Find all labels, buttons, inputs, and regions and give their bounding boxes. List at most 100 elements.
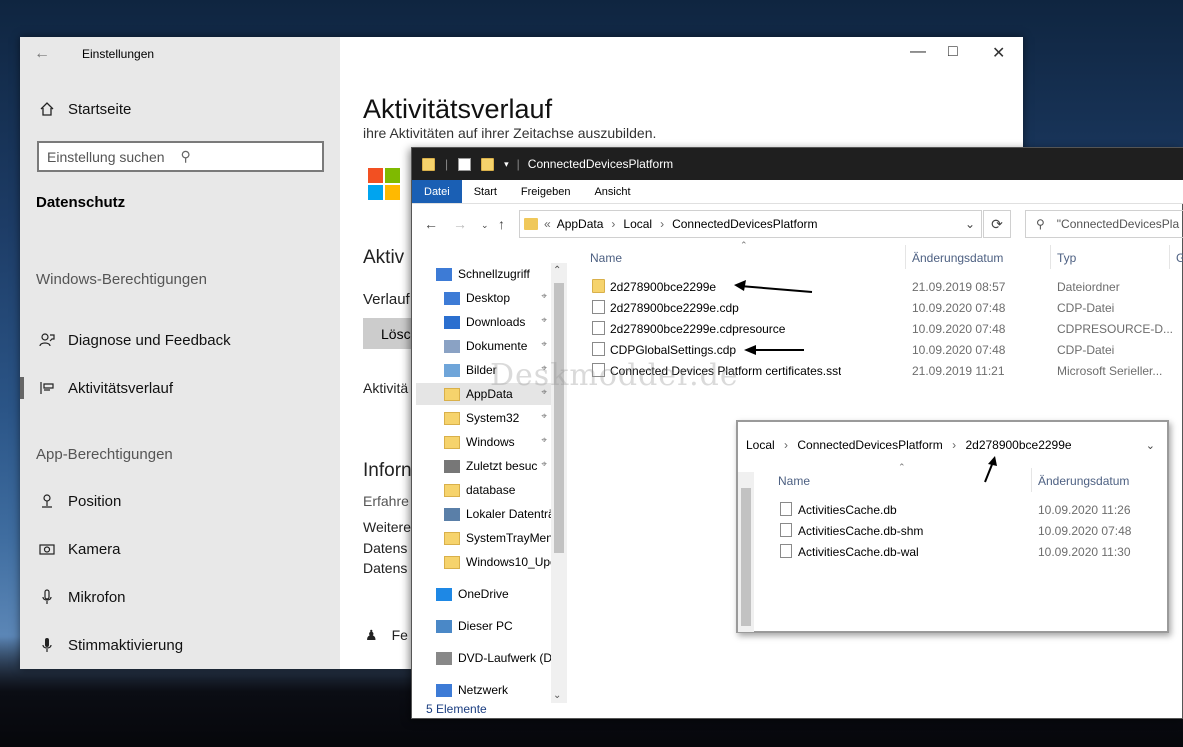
settings-search-input[interactable]: Einstellung suchen ⚲ [37,141,324,172]
chevron-down-icon[interactable]: ⌄ [965,217,975,231]
scroll-thumb[interactable] [741,488,751,626]
breadcrumb-cdp[interactable]: ConnectedDevicesPlatform [672,217,817,231]
recent-icon [444,459,460,473]
nav-voice-activation[interactable]: Stimmaktivierung [36,633,183,657]
back-arrow-icon[interactable]: ← [424,216,438,232]
file-type: CDP-Datei [1057,343,1115,357]
inset-breadcrumb-cdp[interactable]: ConnectedDevicesPlatform [797,438,942,452]
settings-sidebar: ← Einstellungen Startseite Einstellung s… [20,37,340,669]
nav-item-schnellzugriff[interactable]: Schnellzugriff [408,263,551,285]
nav-item-netzwerk[interactable]: Netzwerk [408,679,551,701]
chevron-up-icon[interactable]: ⌃ [553,265,561,276]
inset-file-row[interactable]: ActivitiesCache.db 10.09.2020 11:26 [778,499,1158,520]
file-name: 2d278900bce2299e [610,280,717,294]
recent-chevron-icon[interactable]: ⌄ [481,220,489,231]
file-date: 10.09.2020 07:48 [912,322,1006,336]
inset-address-bar[interactable]: Local › ConnectedDevicesPlatform › 2d278… [746,438,1072,452]
column-date[interactable]: Änderungsdatum [912,251,1003,265]
nav-item-dvd-laufwerk-d-[interactable]: DVD-Laufwerk (D: [408,647,551,669]
nav-activity-history[interactable]: Aktivitätsverlauf [36,376,173,400]
privacy-link-1[interactable]: Datens [363,540,407,556]
inset-file-row[interactable]: ActivitiesCache.db-shm 10.09.2020 07:48 [778,520,1158,541]
nav-item-onedrive[interactable]: OneDrive [408,583,551,605]
page-subtext: ihre Aktivitäten auf ihrer Zeitachse aus… [363,125,657,141]
file-row[interactable]: 2d278900bce2299e.cdp 10.09.2020 07:48 CD… [590,297,1183,318]
breadcrumb-local[interactable]: Local [623,217,652,231]
pin-icon[interactable]: ⌖ [541,435,547,446]
new-folder-icon[interactable] [481,157,495,171]
star-icon [436,267,452,281]
camera-icon [36,541,58,557]
nav-scrollbar[interactable]: ⌃ ⌄ [551,263,567,703]
chevron-down-icon[interactable]: ⌄ [1146,439,1155,452]
tab-datei[interactable]: Datei [412,180,462,203]
inset-breadcrumb-folder[interactable]: 2d278900bce2299e [965,438,1071,452]
nav-diagnostics[interactable]: Diagnose und Feedback [36,328,231,352]
timeline-icon [36,380,58,396]
file-date: 10.09.2020 11:26 [1038,503,1131,517]
pin-icon[interactable]: ⌖ [541,339,547,350]
nav-item-windows[interactable]: Windows ⌖ [416,431,551,453]
back-arrow-icon[interactable]: ← [34,45,50,63]
column-size[interactable]: G [1176,251,1183,265]
file-row[interactable]: 2d278900bce2299e.cdpresource 10.09.2020 … [590,318,1183,339]
breadcrumb-appdata[interactable]: AppData [557,217,604,231]
column-type[interactable]: Typ [1057,251,1076,265]
feedback-link[interactable]: ♟ Fe [365,627,408,644]
address-bar[interactable]: « AppData › Local › ConnectedDevicesPlat… [519,210,982,238]
nav-microphone-label: Mikrofon [68,588,126,606]
nav-item-zuletzt-besuc[interactable]: Zuletzt besuc ⌖ [416,455,551,477]
pin-icon[interactable]: ⌖ [541,411,547,422]
nav-item-label: Windows10_Upc [466,555,551,569]
nav-position[interactable]: Position [36,489,121,513]
close-icon[interactable]: ✕ [992,43,1005,63]
scroll-thumb[interactable] [554,283,564,553]
maximize-icon[interactable]: □ [948,43,958,61]
file-row[interactable]: CDPGlobalSettings.cdp 10.09.2020 07:48 C… [590,339,1183,360]
up-arrow-icon[interactable]: ↑ [498,216,505,232]
nav-item-label: SystemTrayMenu [466,531,551,545]
inset-breadcrumb-local[interactable]: Local [746,438,775,452]
active-indicator [20,377,24,399]
nav-item-systemtraymenu[interactable]: SystemTrayMenu [416,527,551,549]
nav-microphone[interactable]: Mikrofon [36,585,126,609]
nav-home[interactable]: Startseite [36,97,131,121]
nav-item-lokaler-datentr-[interactable]: Lokaler Datenträ [416,503,551,525]
inset-column-date[interactable]: Änderungsdatum [1038,474,1129,488]
tab-freigeben[interactable]: Freigeben [509,180,583,203]
minimize-icon[interactable]: — [910,43,926,61]
nav-item-windows10-upc[interactable]: Windows10_Upc [416,551,551,573]
properties-icon[interactable] [458,157,472,171]
file-type: Microsoft Serieller... [1057,364,1163,378]
inset-file-row[interactable]: ActivitiesCache.db-wal 10.09.2020 11:30 [778,541,1158,562]
nav-item-database[interactable]: database [416,479,551,501]
tab-ansicht[interactable]: Ansicht [582,180,642,203]
column-name[interactable]: Name [590,251,622,265]
learn-more-fragment: Erfahre [363,493,409,509]
explorer-titlebar: | ▾ | ConnectedDevicesPlatform [412,148,1183,180]
computer-icon [436,619,452,633]
explorer-search-input[interactable]: ⚲ "ConnectedDevicesPla [1025,210,1183,238]
nav-item-dokumente[interactable]: Dokumente ⌖ [416,335,551,357]
nav-item-desktop[interactable]: Desktop ⌖ [416,287,551,309]
nav-item-dieser-pc[interactable]: Dieser PC [408,615,551,637]
inset-column-name[interactable]: Name [778,474,810,488]
nav-item-system32[interactable]: System32 ⌖ [416,407,551,429]
chevron-down-icon[interactable]: ⌄ [553,690,561,701]
pin-icon[interactable]: ⌖ [541,459,547,470]
chevron-down-icon[interactable]: ▾ [504,159,509,170]
privacy-link-2[interactable]: Datens [363,560,407,576]
pin-icon[interactable]: ⌖ [541,291,547,302]
tab-start[interactable]: Start [462,180,509,203]
ribbon-tabs: Datei Start Freigeben Ansicht [412,180,1183,204]
nav-item-downloads[interactable]: Downloads ⌖ [416,311,551,333]
inset-scrollbar[interactable] [738,472,754,632]
forward-arrow-icon[interactable]: → [453,216,467,232]
dvd-icon [436,651,452,665]
folder-icon [524,218,538,230]
nav-camera[interactable]: Kamera [36,537,121,561]
pin-icon[interactable]: ⌖ [541,315,547,326]
refresh-button[interactable]: ⟳ [983,210,1011,238]
inset-explorer-view: Local › ConnectedDevicesPlatform › 2d278… [736,420,1169,633]
file-row[interactable]: 2d278900bce2299e 21.09.2019 08:57 Dateio… [590,276,1183,297]
